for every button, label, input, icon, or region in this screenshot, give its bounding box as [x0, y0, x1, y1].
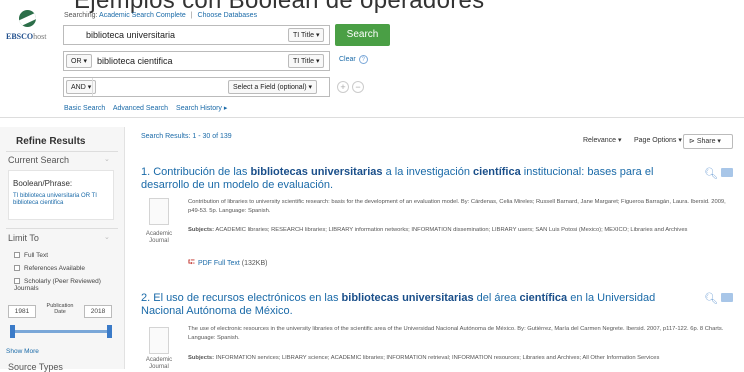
result-thumbnail-2[interactable] — [149, 327, 169, 354]
search-input-1[interactable]: biblioteca universitaria — [86, 30, 175, 40]
preview-icon-2[interactable]: 🔍︎ — [704, 292, 718, 305]
refine-sidebar: Refine Results Current Search ⌄ Boolean/… — [0, 127, 125, 372]
result-meta-2: The use of electronic resources in the u… — [188, 326, 724, 341]
limit-scholarly[interactable]: Scholarly (Peer Reviewed) Journals — [14, 278, 118, 292]
preview-icon-1[interactable]: 🔍︎ — [704, 167, 718, 180]
searching-header: Searching: Academic Search Complete | Ch… — [64, 12, 258, 19]
help-icon[interactable]: ? — [358, 55, 368, 64]
date-slider-handle-right[interactable] — [107, 325, 112, 338]
field-select-1[interactable]: TI Title ▾ — [288, 28, 325, 42]
checkbox[interactable] — [14, 265, 20, 272]
collapse-icon[interactable]: ⌄ — [104, 155, 110, 163]
checkbox[interactable] — [14, 278, 20, 285]
search-row-1: biblioteca universitaria TI Title ▾ — [63, 25, 330, 45]
share-icon: ⊳ — [689, 138, 697, 145]
clear-link[interactable]: Clear? — [339, 55, 368, 64]
show-more-link[interactable]: Show More — [6, 348, 39, 355]
relevance-sort[interactable]: Relevance ▾ — [583, 136, 622, 144]
result-title-2[interactable]: 2. El uso de recursos electrónicos en la… — [141, 292, 686, 318]
field-select-3[interactable]: Select a Field (optional) ▾ — [228, 80, 317, 94]
pdf-full-text-link[interactable]: ⮓ PDF Full Text (132KB) — [188, 255, 267, 271]
folder-icon-2[interactable] — [721, 293, 733, 302]
result-title-1[interactable]: 1. Contribución de las bibliotecas unive… — [141, 166, 686, 192]
result-thumbnail-1[interactable] — [149, 198, 169, 225]
refine-results-title: Refine Results — [16, 136, 86, 147]
search-button[interactable]: Search — [335, 24, 390, 46]
database-link[interactable]: Academic Search Complete — [99, 12, 186, 19]
add-row-icon[interactable]: + — [337, 81, 349, 93]
ebsco-logo[interactable]: EBSCOhost — [6, 10, 50, 44]
results-count: Search Results: 1 - 30 of 139 — [141, 133, 232, 140]
collapse-limit-icon[interactable]: ⌄ — [104, 233, 110, 241]
folder-icon-1[interactable] — [721, 168, 733, 177]
limit-to-heading: Limit To — [8, 233, 39, 243]
advanced-search-link[interactable]: Advanced Search — [113, 105, 168, 112]
date-slider-track[interactable] — [12, 330, 110, 333]
field-select-2[interactable]: TI Title ▾ — [288, 54, 325, 68]
search-row-2: OR ▾ biblioteca cientifica TI Title ▾ — [63, 51, 330, 71]
source-types-heading[interactable]: Source Types — [8, 362, 63, 372]
result-subjects-1: Subjects: ACADEMIC libraries; RESEARCH l… — [188, 227, 688, 233]
share-button[interactable]: ⊳ Share ▾ — [683, 134, 733, 149]
date-to-input[interactable]: 2018 — [84, 305, 112, 318]
checkbox[interactable] — [14, 252, 20, 259]
logo-text: EBSCOhost — [6, 32, 47, 41]
choose-databases-link[interactable]: Choose Databases — [198, 12, 258, 19]
input-divider — [92, 78, 93, 96]
remove-row-icon[interactable]: − — [352, 81, 364, 93]
operator-select-2[interactable]: OR ▾ — [66, 54, 92, 68]
publication-date-label: Publication Date — [46, 303, 74, 315]
globe-icon — [19, 10, 36, 27]
date-slider-handle-left[interactable] — [10, 325, 15, 338]
pdf-icon: ⮓ — [188, 257, 195, 267]
search-row-3: AND ▾ Select a Field (optional) ▾ — [63, 77, 330, 97]
search-input-2[interactable]: biblioteca cientifica — [97, 56, 173, 66]
limit-references[interactable]: References Available — [14, 265, 85, 272]
result-meta-1: Contribution of libraries to university … — [188, 199, 726, 214]
limit-full-text[interactable]: Full Text — [14, 252, 48, 259]
header-divider — [0, 117, 744, 118]
search-links: Basic Search Advanced Search Search Hist… — [64, 104, 233, 112]
boolean-label: Boolean/Phrase: — [13, 179, 73, 188]
current-search-heading: Current Search — [8, 155, 70, 165]
basic-search-link[interactable]: Basic Search — [64, 105, 105, 112]
result-type-1: Academic Journal — [145, 231, 173, 244]
search-history-link[interactable]: Search History ▸ — [176, 105, 227, 112]
result-subjects-2: Subjects: INFORMATION services; LIBRARY … — [188, 355, 660, 361]
searching-label: Searching: — [64, 12, 98, 19]
date-from-input[interactable]: 1981 — [8, 305, 36, 318]
page-options[interactable]: Page Options ▾ — [634, 136, 682, 144]
boolean-value-link[interactable]: TI biblioteca universitaria OR TI biblio… — [13, 193, 109, 207]
